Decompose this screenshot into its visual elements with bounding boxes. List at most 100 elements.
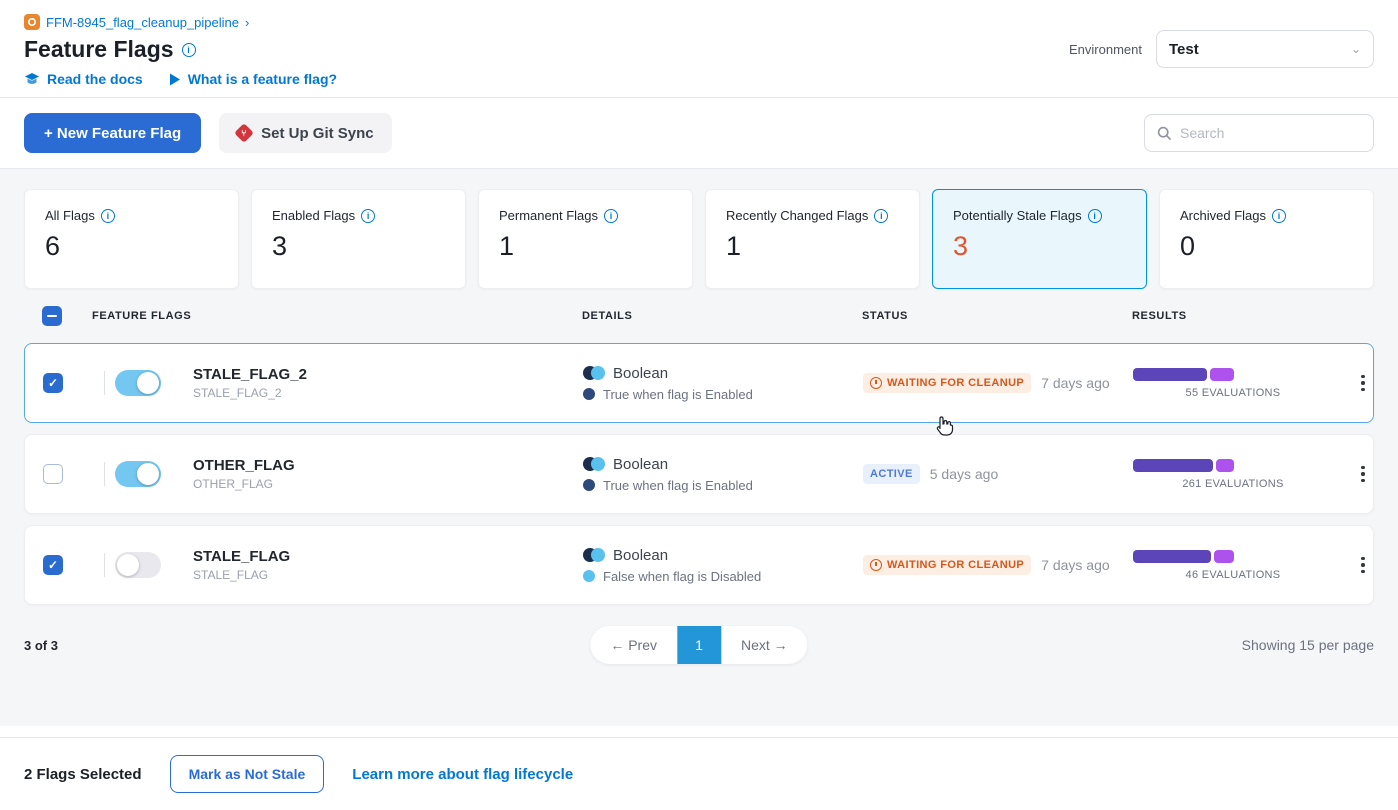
table-header: FEATURE FLAGS DETAILS STATUS RESULTS <box>24 289 1374 343</box>
variation-dot-icon <box>583 479 595 491</box>
page-header: FFM-8945_flag_cleanup_pipeline › Feature… <box>0 0 1398 97</box>
info-icon[interactable]: i <box>1272 209 1286 223</box>
table-row[interactable]: STALE_FLAG_2 STALE_FLAG_2 Boolean True w… <box>24 343 1374 423</box>
search-input[interactable] <box>1180 125 1340 141</box>
stat-value: 1 <box>726 231 899 262</box>
main-content: All Flagsi 6 Enabled Flagsi 3 Permanent … <box>0 169 1398 726</box>
clock-icon <box>870 559 882 571</box>
flag-type: Boolean <box>613 456 668 473</box>
row-menu-button[interactable] <box>1333 466 1393 483</box>
divider <box>104 371 105 395</box>
toolbar: + New Feature Flag ⑂ Set Up Git Sync <box>0 98 1398 168</box>
status-badge[interactable]: ACTIVE <box>863 464 920 484</box>
docs-icon <box>24 72 40 86</box>
table-row[interactable]: STALE_FLAG STALE_FLAG Boolean False when… <box>24 525 1374 605</box>
row-menu-button[interactable] <box>1333 557 1393 574</box>
search-icon <box>1157 126 1172 141</box>
stat-card-potentially-stale-flags[interactable]: Potentially Stale Flagsi 3 <box>932 189 1147 289</box>
row-count: 3 of 3 <box>24 638 58 653</box>
stat-value: 6 <box>45 231 218 262</box>
variation-dot-icon <box>583 388 595 400</box>
environment-label: Environment <box>1069 42 1142 57</box>
boolean-icon <box>583 548 605 562</box>
stat-value: 0 <box>1180 231 1353 262</box>
flag-type: Boolean <box>613 547 668 564</box>
page-1-button[interactable]: 1 <box>677 626 721 664</box>
stat-cards: All Flagsi 6 Enabled Flagsi 3 Permanent … <box>24 189 1374 289</box>
new-feature-flag-button[interactable]: + New Feature Flag <box>24 113 201 153</box>
environment-select[interactable]: Test ⌄ <box>1156 30 1374 68</box>
last-change-ago: 7 days ago <box>1041 557 1110 573</box>
info-icon[interactable]: i <box>874 209 888 223</box>
evaluations-bar <box>1133 459 1234 472</box>
breadcrumb-label[interactable]: FFM-8945_flag_cleanup_pipeline <box>46 15 239 30</box>
status-badge[interactable]: WAITING FOR CLEANUP <box>863 555 1031 575</box>
row-checkbox[interactable] <box>43 373 63 393</box>
flag-detail: False when flag is Disabled <box>603 569 761 584</box>
col-status: STATUS <box>862 310 1132 322</box>
flag-name[interactable]: STALE_FLAG_2 <box>193 366 583 383</box>
selection-footer: 2 Flags Selected Mark as Not Stale Learn… <box>0 737 1398 810</box>
stat-value: 3 <box>272 231 445 262</box>
row-menu-button[interactable] <box>1333 375 1393 392</box>
per-page-label: Showing 15 per page <box>1242 637 1374 653</box>
flag-detail: True when flag is Enabled <box>603 387 753 402</box>
col-details: DETAILS <box>582 310 862 322</box>
stat-card-enabled-flags[interactable]: Enabled Flagsi 3 <box>251 189 466 289</box>
chevron-down-icon: ⌄ <box>1351 42 1361 56</box>
flag-name[interactable]: OTHER_FLAG <box>193 457 583 474</box>
info-icon[interactable]: i <box>604 209 618 223</box>
environment-value: Test <box>1169 41 1199 58</box>
stat-card-recently-changed-flags[interactable]: Recently Changed Flagsi 1 <box>705 189 920 289</box>
next-page-button[interactable]: Next → <box>721 637 808 653</box>
title-info-icon[interactable]: i <box>182 43 196 57</box>
last-change-ago: 5 days ago <box>930 466 999 482</box>
select-all-checkbox[interactable] <box>42 306 62 326</box>
stat-value: 3 <box>953 231 1126 262</box>
flag-toggle[interactable] <box>115 461 161 487</box>
status-badge[interactable]: WAITING FOR CLEANUP <box>863 373 1031 393</box>
table-row[interactable]: OTHER_FLAG OTHER_FLAG Boolean True when … <box>24 434 1374 514</box>
prev-page-button[interactable]: ← Prev <box>590 637 677 653</box>
row-checkbox[interactable] <box>43 555 63 575</box>
flag-id: STALE_FLAG_2 <box>193 386 583 400</box>
flag-toggle[interactable] <box>115 552 161 578</box>
info-icon[interactable]: i <box>101 209 115 223</box>
play-icon <box>169 73 181 86</box>
pager: ← Prev 1 Next → <box>590 626 807 664</box>
evaluations-label: 261 EVALUATIONS <box>1182 478 1283 490</box>
evaluations-label: 55 EVALUATIONS <box>1186 387 1281 399</box>
variation-dot-icon <box>583 570 595 582</box>
col-results: RESULTS <box>1132 310 1332 322</box>
pagination-row: 3 of 3 ← Prev 1 Next → Showing 15 per pa… <box>24 625 1374 665</box>
flag-name[interactable]: STALE_FLAG <box>193 548 583 565</box>
flag-id: OTHER_FLAG <box>193 477 583 491</box>
flag-lifecycle-link[interactable]: Learn more about flag lifecycle <box>352 766 573 783</box>
info-icon[interactable]: i <box>1088 209 1102 223</box>
setup-git-sync-button[interactable]: ⑂ Set Up Git Sync <box>219 113 392 153</box>
what-is-flag-link[interactable]: What is a feature flag? <box>169 71 337 87</box>
flag-toggle[interactable] <box>115 370 161 396</box>
stat-card-all-flags[interactable]: All Flagsi 6 <box>24 189 239 289</box>
stat-card-permanent-flags[interactable]: Permanent Flagsi 1 <box>478 189 693 289</box>
info-icon[interactable]: i <box>361 209 375 223</box>
pipeline-icon <box>24 14 40 30</box>
evaluations-label: 46 EVALUATIONS <box>1186 569 1281 581</box>
evaluations-bar <box>1133 368 1234 381</box>
breadcrumb[interactable]: FFM-8945_flag_cleanup_pipeline › <box>24 14 1374 30</box>
flag-detail: True when flag is Enabled <box>603 478 753 493</box>
read-docs-link[interactable]: Read the docs <box>24 71 143 87</box>
mark-not-stale-button[interactable]: Mark as Not Stale <box>170 755 325 793</box>
row-checkbox[interactable] <box>43 464 63 484</box>
search-box[interactable] <box>1144 114 1374 152</box>
clock-icon <box>870 377 882 389</box>
flag-type: Boolean <box>613 365 668 382</box>
flag-id: STALE_FLAG <box>193 568 583 582</box>
stat-value: 1 <box>499 231 672 262</box>
boolean-icon <box>583 366 605 380</box>
divider <box>104 553 105 577</box>
selected-count: 2 Flags Selected <box>24 766 142 783</box>
stat-card-archived-flags[interactable]: Archived Flagsi 0 <box>1159 189 1374 289</box>
boolean-icon <box>583 457 605 471</box>
breadcrumb-chevron-icon: › <box>245 15 249 30</box>
